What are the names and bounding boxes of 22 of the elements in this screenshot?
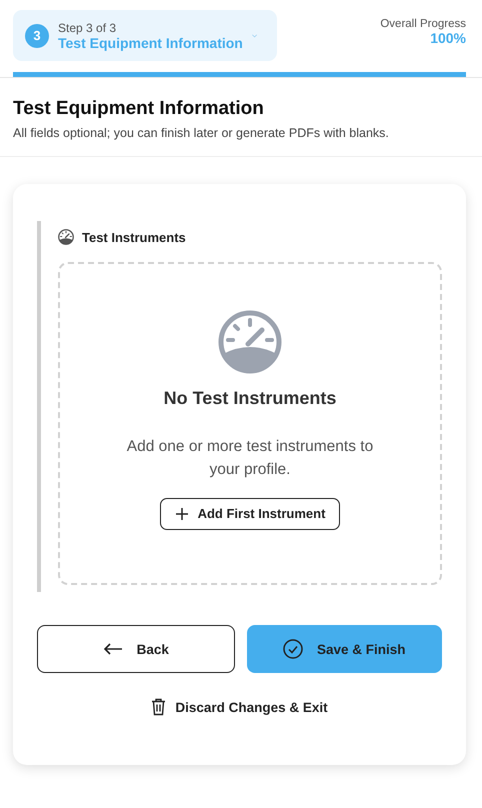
gauge-icon (58, 229, 74, 245)
empty-text: Add one or more test instruments to your profile. (126, 437, 374, 480)
chevron-down-icon (252, 32, 257, 40)
save-finish-button[interactable]: Save & Finish (246, 625, 442, 673)
progress-label: Overall Progress (380, 18, 466, 30)
arrow-left-icon (102, 643, 123, 655)
step-title: Test Equipment Information (58, 34, 243, 50)
empty-title: No Test Instruments (164, 388, 336, 409)
step-selector[interactable]: 3 Step 3 of 3 Test Equipment Information (13, 10, 277, 61)
progress-value: 100% (429, 30, 466, 46)
step-number-badge: 3 (25, 24, 49, 48)
page-subtitle: All fields optional; you can finish later or generate PDFs with blanks. (13, 126, 390, 140)
discard-button[interactable]: Discard Changes & Exit (145, 697, 334, 717)
back-button[interactable]: Back (37, 625, 234, 673)
trash-icon (151, 698, 166, 716)
plus-icon (174, 506, 189, 520)
page-title: Test Equipment Information (13, 98, 265, 120)
section-title: Test Instruments (82, 230, 186, 244)
gauge-icon (218, 310, 282, 374)
add-instrument-button[interactable]: Add First Instrument (160, 498, 340, 530)
check-circle-icon (282, 639, 303, 659)
step-label: Step 3 of 3 (58, 20, 118, 34)
